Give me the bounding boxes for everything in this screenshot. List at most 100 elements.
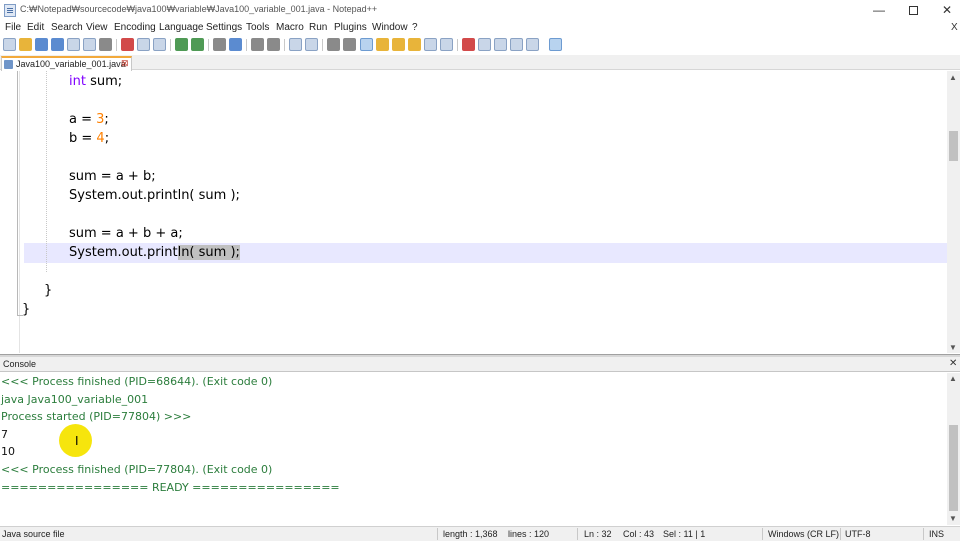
code-line[interactable]: } <box>44 282 52 300</box>
selected-text: ln( sum ); <box>177 245 240 260</box>
new-file-icon[interactable] <box>3 38 16 51</box>
code-token: a = <box>69 112 97 127</box>
console-vertical-scrollbar[interactable]: ▲ ▼ <box>947 373 960 525</box>
code-editor[interactable]: int sum; a = 3; b = 4; sum = a + b; Syst… <box>0 71 947 353</box>
code-line[interactable]: a = 3; <box>69 111 109 129</box>
code-line[interactable]: b = 4; <box>69 130 109 148</box>
save-macro-icon[interactable] <box>526 38 539 51</box>
console-line: <<< Process finished (PID=77804). (Exit … <box>1 463 273 476</box>
word-wrap-icon[interactable] <box>327 38 340 51</box>
code-line-current[interactable]: System.out.println( sum ); <box>69 244 240 262</box>
scroll-down-icon[interactable]: ▼ <box>949 514 957 523</box>
find-icon[interactable] <box>213 38 226 51</box>
menu-edit[interactable]: Edit <box>27 22 44 33</box>
console-close-icon[interactable]: ✕ <box>949 358 957 369</box>
scrollbar-thumb[interactable] <box>949 131 958 161</box>
function-list-icon[interactable] <box>408 38 421 51</box>
status-eol: Windows (CR LF) <box>768 529 840 539</box>
maximize-button[interactable] <box>896 0 930 21</box>
editor-vertical-scrollbar[interactable]: ▲ ▼ <box>947 71 960 353</box>
code-line[interactable]: sum = a + b; <box>69 168 156 186</box>
close-icon: ✕ <box>941 3 953 17</box>
menu-window[interactable]: Window <box>372 22 408 33</box>
stop-macro-icon[interactable] <box>478 38 491 51</box>
status-sel: Sel : 11 | 1 <box>663 529 706 539</box>
status-divider <box>840 528 841 540</box>
paste-icon[interactable] <box>153 38 166 51</box>
code-line[interactable]: System.out.println( sum ); <box>69 187 240 205</box>
code-token: System.out.print <box>69 245 178 260</box>
menu-help[interactable]: ? <box>412 22 418 33</box>
record-macro-icon[interactable] <box>462 38 475 51</box>
status-divider <box>762 528 763 540</box>
scrollbar-thumb[interactable] <box>949 425 958 511</box>
play-macro-icon[interactable] <box>494 38 507 51</box>
save-all-icon[interactable] <box>51 38 64 51</box>
toolbar-separator <box>208 39 209 51</box>
maximize-icon <box>908 6 918 16</box>
console-line: java Java100_variable_001 <box>1 393 149 406</box>
scroll-up-icon[interactable]: ▲ <box>949 374 957 383</box>
indent-guide-icon[interactable] <box>360 38 373 51</box>
code-token: sum; <box>85 74 123 89</box>
console-icon[interactable] <box>549 38 562 51</box>
code-line[interactable]: sum = a + b + a; <box>69 225 183 243</box>
console-line: Process started (PID=77804) >>> <box>1 410 192 423</box>
sync-horizontal-icon[interactable] <box>305 38 318 51</box>
code-line[interactable]: int sum; <box>69 73 122 91</box>
open-file-icon[interactable] <box>19 38 32 51</box>
console-line: 7 <box>1 428 8 441</box>
sync-vertical-icon[interactable] <box>289 38 302 51</box>
scroll-up-icon[interactable]: ▲ <box>949 73 957 82</box>
status-divider <box>577 528 578 540</box>
fold-margin[interactable] <box>0 71 23 353</box>
redo-icon[interactable] <box>191 38 204 51</box>
close-button[interactable]: ✕ <box>930 0 960 21</box>
close-all-icon[interactable] <box>83 38 96 51</box>
menu-settings[interactable]: Settings <box>206 22 242 33</box>
minimize-button[interactable]: — <box>862 0 896 21</box>
menu-bar: File Edit Search View Encoding Language … <box>0 21 960 36</box>
close-file-icon[interactable] <box>67 38 80 51</box>
undo-icon[interactable] <box>175 38 188 51</box>
replace-icon[interactable] <box>229 38 242 51</box>
scroll-down-icon[interactable]: ▼ <box>949 343 957 352</box>
console-line: <<< Process finished (PID=68644). (Exit … <box>1 375 273 388</box>
code-line[interactable]: } <box>22 301 30 319</box>
zoom-out-icon[interactable] <box>267 38 280 51</box>
document-map-icon[interactable] <box>392 38 405 51</box>
menu-run[interactable]: Run <box>309 22 327 33</box>
copy-icon[interactable] <box>137 38 150 51</box>
code-token: } <box>44 283 53 298</box>
status-divider <box>437 528 438 540</box>
menu-language[interactable]: Language <box>159 22 204 33</box>
save-icon[interactable] <box>35 38 48 51</box>
status-encoding: UTF-8 <box>845 529 871 539</box>
menu-view[interactable]: View <box>86 22 108 33</box>
console-title: Console <box>3 359 37 369</box>
monitoring-icon[interactable] <box>440 38 453 51</box>
folder-workspace-icon[interactable] <box>424 38 437 51</box>
tab-java100-variable-001[interactable]: Java100_variable_001.java ⊠ <box>1 56 132 71</box>
user-language-icon[interactable] <box>376 38 389 51</box>
close-document-icon[interactable]: X <box>951 22 958 33</box>
tab-close-icon[interactable]: ⊠ <box>121 58 129 69</box>
number-token: 4 <box>96 131 105 146</box>
menu-encoding[interactable]: Encoding <box>114 22 156 33</box>
menu-file[interactable]: File <box>5 22 21 33</box>
menu-macro[interactable]: Macro <box>276 22 304 33</box>
print-icon[interactable] <box>99 38 112 51</box>
status-bar: Java source file length : 1,368 lines : … <box>0 526 960 541</box>
menu-search[interactable]: Search <box>51 22 83 33</box>
code-token: sum = a + b + a; <box>69 226 183 241</box>
console-output[interactable]: <<< Process finished (PID=68644). (Exit … <box>0 373 947 525</box>
title-bar: C:₩Notepad₩sourcecode₩java100₩variable₩J… <box>0 0 960 21</box>
notepad-plus-plus-window: C:₩Notepad₩sourcecode₩java100₩variable₩J… <box>0 0 960 541</box>
cut-icon[interactable] <box>121 38 134 51</box>
menu-tools[interactable]: Tools <box>246 22 269 33</box>
run-macro-multiple-icon[interactable] <box>510 38 523 51</box>
show-all-characters-icon[interactable] <box>343 38 356 51</box>
zoom-in-icon[interactable] <box>251 38 264 51</box>
keyword-token: int <box>69 74 86 89</box>
menu-plugins[interactable]: Plugins <box>334 22 367 33</box>
